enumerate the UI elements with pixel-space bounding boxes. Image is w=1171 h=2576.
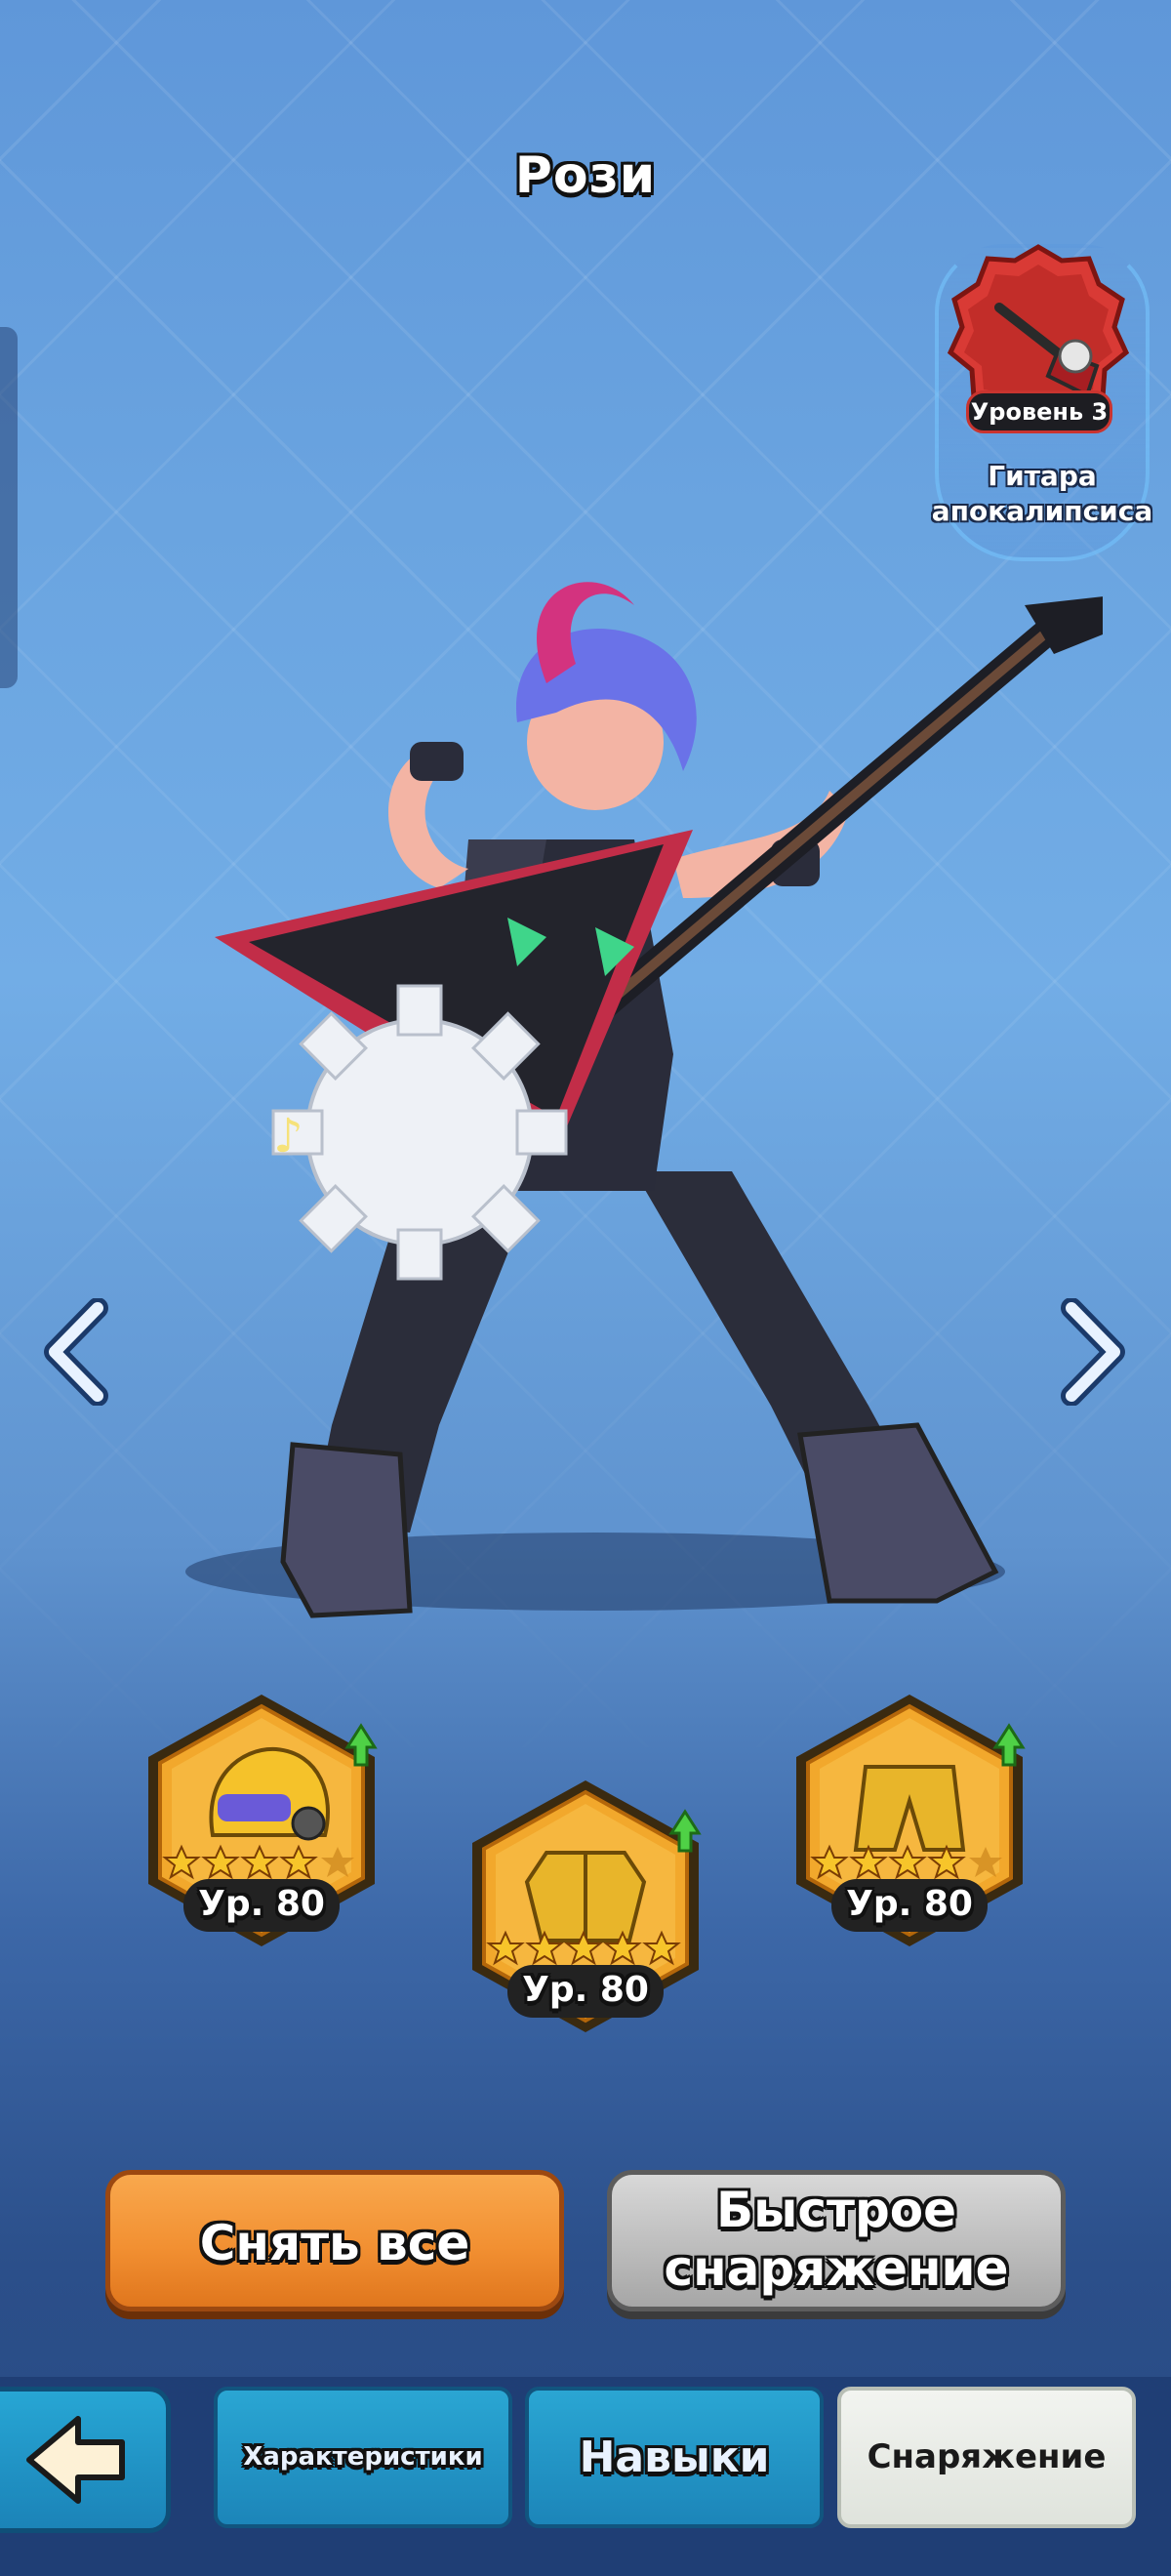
remove-all-button[interactable]: Снять все xyxy=(105,2170,564,2311)
gear-level: Ур. 80 xyxy=(507,1965,664,2018)
back-arrow-icon xyxy=(26,2416,125,2504)
tab-label: Снаряжение xyxy=(867,2437,1107,2476)
hero-name: Рози xyxy=(514,146,657,205)
gear-slot-armor[interactable]: Ур. 80 xyxy=(459,1775,712,2038)
tab-label: Характеристики xyxy=(243,2442,483,2472)
weapon-name: Гитара апокалипсиса xyxy=(931,460,1153,527)
tab-gear[interactable]: Снаряжение xyxy=(837,2387,1136,2528)
quick-equip-button[interactable]: Быстрое снаряжение xyxy=(607,2170,1066,2311)
tab-stats[interactable]: Характеристики xyxy=(214,2387,512,2528)
weapon-level-badge: Уровень 3 xyxy=(966,390,1112,433)
gear-level: Ур. 80 xyxy=(831,1879,988,1932)
previous-hero-arrow-icon[interactable] xyxy=(37,1298,115,1406)
rating-stars xyxy=(810,1844,1002,1880)
hero-character: ♪ xyxy=(185,582,1103,1618)
gear-slot-helmet[interactable]: Ур. 80 xyxy=(135,1689,388,1952)
rating-stars xyxy=(162,1844,354,1880)
tab-skills[interactable]: Навыки xyxy=(525,2387,824,2528)
rating-stars xyxy=(486,1930,681,1966)
next-hero-arrow-icon[interactable] xyxy=(1054,1298,1132,1406)
back-button[interactable] xyxy=(0,2387,171,2533)
tab-label: Навыки xyxy=(579,2433,770,2482)
gear-level: Ур. 80 xyxy=(183,1879,340,1932)
svg-text:♪: ♪ xyxy=(273,1109,303,1164)
gear-slot-pants[interactable]: Ур. 80 xyxy=(783,1689,1036,1952)
side-drawer-handle[interactable] xyxy=(0,327,18,688)
